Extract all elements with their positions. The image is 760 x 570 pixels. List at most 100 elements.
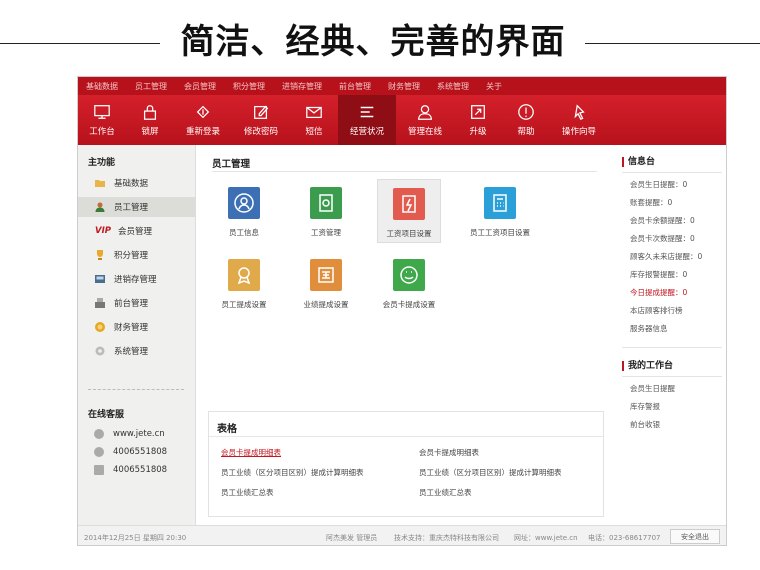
workbench-item[interactable]: 前台收银 — [630, 419, 660, 430]
sidebar-item-employee[interactable]: 员工管理 — [78, 197, 196, 217]
sidebar-item-system[interactable]: 系统管理 — [78, 341, 196, 361]
report-link[interactable]: 员工业绩（区分项目区别）提成计算明细表 — [419, 467, 562, 478]
menu-employee[interactable]: 员工管理 — [135, 81, 167, 92]
toolbar-business-status-button[interactable]: 经营状况 — [338, 95, 396, 145]
tile-salary-item-settings[interactable]: 工资项目设置 — [377, 179, 441, 243]
mail-icon — [306, 106, 322, 119]
refresh-login-icon — [196, 105, 210, 119]
toolbar-label: 修改密码 — [243, 127, 278, 137]
fax-icon — [94, 465, 104, 475]
sidebar-item-label: 财务管理 — [114, 323, 149, 333]
tile-employee-commission-settings[interactable]: 员工提成设置 — [212, 251, 276, 315]
contact-phone[interactable]: 4006551808 — [78, 443, 196, 461]
sidebar-item-finance[interactable]: 财务管理 — [78, 317, 196, 337]
menu-basic-data[interactable]: 基础数据 — [86, 81, 118, 92]
toolbar-upgrade-button[interactable]: 升级 — [454, 95, 502, 145]
toolbar-label: 帮助 — [517, 127, 535, 137]
footer-support: 技术支持：重庆杰特科技有限公司 — [394, 534, 499, 542]
sidebar-item-member[interactable]: VIP 会员管理 — [78, 221, 196, 241]
info-desk-divider — [622, 172, 722, 173]
info-item[interactable]: 库存报警提醒：0 — [630, 269, 687, 280]
toolbar-change-password-button[interactable]: 修改密码 — [232, 95, 290, 145]
tile-label: 员工工资项目设置 — [470, 228, 530, 237]
tile-label: 工资管理 — [311, 228, 341, 237]
menu-points[interactable]: 积分管理 — [233, 81, 265, 92]
sidebar-item-label: 进销存管理 — [114, 275, 157, 285]
info-item[interactable]: 本店顾客排行榜 — [630, 305, 683, 316]
tile-label: 业绩提成设置 — [303, 300, 349, 309]
section-divider — [212, 171, 597, 172]
sidebar-item-label: 会员管理 — [118, 227, 153, 237]
right-panel: 信息台 会员生日提醒：0 账套提醒：0 会员卡余额提醒：0 会员卡次数提醒：0 … — [614, 145, 726, 525]
footer-phone: 电话：023-68617707 — [588, 534, 661, 542]
award-icon — [228, 259, 260, 291]
sidebar-item-inventory[interactable]: 进销存管理 — [78, 269, 196, 289]
top-menu-bar: 基础数据 员工管理 会员管理 积分管理 进销存管理 前台管理 财务管理 系统管理… — [78, 77, 726, 95]
menu-about[interactable]: 关于 — [486, 81, 502, 92]
contact-website[interactable]: www.jete.cn — [78, 425, 196, 443]
toolbar-label: 工作台 — [89, 127, 115, 137]
report-link[interactable]: 会员卡提成明细表 — [419, 447, 479, 458]
main-toolbar: 工作台 锁屏 重新登录 修改密码 短信 经营状况 管理在线 升级 帮助 操作向导 — [78, 95, 726, 145]
info-item[interactable]: 今日提成提醒：0 — [630, 287, 687, 298]
menu-system[interactable]: 系统管理 — [437, 81, 469, 92]
sidebar-item-points[interactable]: 积分管理 — [78, 245, 196, 265]
menu-member[interactable]: 会员管理 — [184, 81, 216, 92]
sidebar: 主功能 基础数据 员工管理 VIP 会员管理 积分管理 进销存管理 前台管理 财… — [78, 145, 196, 525]
tile-performance-commission-settings[interactable]: 业绩提成设置 — [294, 251, 358, 315]
sidebar-item-label: 积分管理 — [114, 251, 149, 261]
tile-label: 会员卡提成设置 — [382, 300, 436, 309]
toolbar-sms-button[interactable]: 短信 — [290, 95, 338, 145]
toolbar-relogin-button[interactable]: 重新登录 — [174, 95, 232, 145]
toolbar-lock-button[interactable]: 锁屏 — [126, 95, 174, 145]
info-item[interactable]: 会员卡次数提醒：0 — [630, 233, 695, 244]
toolbar-online-management-button[interactable]: 管理在线 — [396, 95, 454, 145]
status-bar: 2014年12月25日 星期四 20:30 阿杰美发 管理员 技术支持：重庆杰特… — [78, 525, 726, 545]
workbench-item[interactable]: 会员生日提醒 — [630, 383, 675, 394]
contact-fax[interactable]: 4006551808 — [78, 461, 196, 479]
report-link[interactable]: 员工业绩汇总表 — [221, 487, 274, 498]
phone-icon — [94, 447, 104, 457]
report-link[interactable]: 员工业绩汇总表 — [419, 487, 472, 498]
tile-employee-salary-item-settings[interactable]: 员工工资项目设置 — [468, 179, 532, 243]
folder-icon — [94, 177, 106, 189]
banner-rule-left — [0, 43, 160, 44]
main-content: 员工管理 员工信息 工资管理 工资项目设置 员工工资项目设置 员工提成设置 业绩… — [202, 145, 604, 525]
toolbar-label: 重新登录 — [185, 127, 220, 137]
promo-banner: 简洁、经典、完善的界面 — [0, 0, 760, 72]
tile-employee-info[interactable]: 员工信息 — [212, 179, 276, 243]
sidebar-item-front-desk[interactable]: 前台管理 — [78, 293, 196, 313]
employee-icon — [228, 187, 260, 219]
info-item[interactable]: 会员卡余额提醒：0 — [630, 215, 695, 226]
smile-icon — [393, 259, 425, 291]
menu-finance[interactable]: 财务管理 — [388, 81, 420, 92]
panel-divider — [622, 347, 722, 348]
toolbar-label: 短信 — [305, 127, 323, 137]
guide-icon — [574, 104, 585, 121]
sidebar-item-basic-data[interactable]: 基础数据 — [78, 173, 196, 193]
menu-inventory[interactable]: 进销存管理 — [282, 81, 322, 92]
toolbar-guide-button[interactable]: 操作向导 — [550, 95, 608, 145]
my-workbench-heading: 我的工作台 — [622, 361, 673, 371]
tile-label: 工资项目设置 — [386, 229, 432, 238]
info-item[interactable]: 顾客久未来店提醒：0 — [630, 251, 702, 262]
menu-front-desk[interactable]: 前台管理 — [339, 81, 371, 92]
report-link[interactable]: 员工业绩（区分项目区别）提成计算明细表 — [221, 467, 364, 478]
info-item[interactable]: 账套提醒：0 — [630, 197, 672, 208]
sidebar-heading: 主功能 — [88, 158, 116, 168]
toolbar-help-button[interactable]: 帮助 — [502, 95, 550, 145]
info-item[interactable]: 会员生日提醒：0 — [630, 179, 687, 190]
person-icon — [94, 201, 106, 213]
tile-member-card-commission-settings[interactable]: 会员卡提成设置 — [377, 251, 441, 315]
workbench-item[interactable]: 库存警报 — [630, 401, 660, 412]
footer-website[interactable]: 网址：www.jete.cn — [514, 533, 578, 543]
reports-divider — [209, 436, 603, 437]
report-link[interactable]: 会员卡提成明细表 — [221, 447, 281, 458]
safe-exit-button[interactable]: 安全退出 — [670, 529, 720, 544]
toolbar-label: 操作向导 — [561, 127, 596, 137]
tile-salary-management[interactable]: 工资管理 — [294, 179, 358, 243]
help-icon — [518, 104, 534, 120]
toolbar-workbench-button[interactable]: 工作台 — [78, 95, 126, 145]
toolbar-label: 经营状况 — [349, 127, 384, 137]
info-item[interactable]: 服务器信息 — [630, 323, 668, 334]
